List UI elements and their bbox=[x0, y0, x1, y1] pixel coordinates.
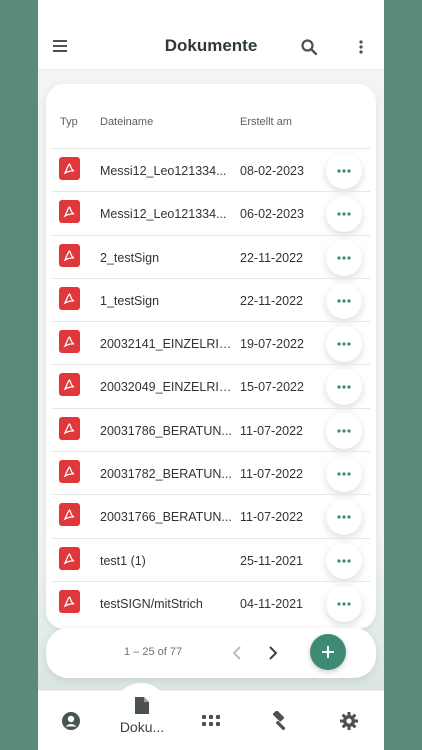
file-name: 20031766_BERATUN... bbox=[100, 510, 232, 525]
row-actions-button[interactable] bbox=[326, 326, 362, 363]
row-actions-button[interactable] bbox=[326, 585, 362, 622]
pdf-file-icon bbox=[59, 460, 80, 484]
nav-settings[interactable] bbox=[338, 691, 360, 750]
pdf-file-icon bbox=[59, 330, 80, 354]
more-horizontal-icon bbox=[337, 255, 351, 260]
file-date: 22-11-2022 bbox=[240, 250, 304, 265]
file-date: 11-07-2022 bbox=[240, 423, 304, 438]
more-horizontal-icon bbox=[337, 212, 351, 216]
pagination-bar: 1 – 25 of 77 bbox=[46, 628, 376, 678]
search-icon[interactable] bbox=[298, 36, 320, 58]
pdf-file-icon bbox=[59, 373, 80, 397]
table-row[interactable]: testSIGN/mitStrich 04-11-2021 bbox=[52, 580, 370, 624]
file-name: 1_testSign bbox=[100, 293, 160, 308]
file-name: Messi12_Leo121334... bbox=[100, 164, 227, 178]
file-date: 25-11-2021 bbox=[240, 553, 304, 568]
chevron-right-icon[interactable] bbox=[262, 642, 284, 664]
file-name: 2_testSign bbox=[100, 250, 160, 265]
pdf-file-icon bbox=[59, 416, 80, 440]
table-row[interactable]: 20031782_BERATUN... 11-07-2022 bbox=[52, 451, 370, 494]
more-horizontal-icon bbox=[337, 429, 351, 433]
row-actions-button[interactable] bbox=[326, 499, 362, 536]
app-bar: Dokumente bbox=[38, 0, 384, 70]
file-name: test1 (1) bbox=[100, 553, 146, 568]
file-name: 20031786_BERATUN... bbox=[100, 423, 232, 438]
more-vertical-icon[interactable] bbox=[354, 36, 368, 58]
nav-apps[interactable] bbox=[200, 691, 222, 750]
nav-tools[interactable] bbox=[268, 691, 292, 750]
table-header: Typ Dateiname Erstellt am bbox=[46, 84, 376, 148]
pdf-file-icon bbox=[59, 200, 80, 224]
row-actions-button[interactable] bbox=[326, 369, 362, 406]
file-name: 20032049_EINZELRIS... bbox=[100, 380, 234, 395]
gear-icon bbox=[340, 712, 358, 730]
pdf-file-icon bbox=[59, 589, 80, 613]
file-date: 04-11-2021 bbox=[240, 596, 304, 611]
table-row[interactable]: Messi12_Leo121334... 06-02-2023 bbox=[52, 191, 370, 234]
more-horizontal-icon bbox=[337, 515, 351, 519]
pdf-file-icon bbox=[59, 546, 80, 570]
table-row[interactable]: Messi12_Leo121334... 08-02-2023 bbox=[52, 148, 370, 191]
table-row[interactable]: 20032049_EINZELRIS... 15-07-2022 bbox=[52, 364, 370, 407]
column-header-filename[interactable]: Dateiname bbox=[100, 116, 153, 128]
file-name: testSIGN/mitStrich bbox=[100, 596, 203, 611]
table-row[interactable]: 2_testSign 22-11-2022 bbox=[52, 234, 370, 278]
pdf-file-icon bbox=[59, 243, 80, 267]
more-horizontal-icon bbox=[337, 385, 351, 390]
row-actions-button[interactable] bbox=[326, 196, 362, 233]
more-horizontal-icon bbox=[337, 559, 351, 563]
row-actions-button[interactable] bbox=[326, 239, 362, 276]
more-horizontal-icon bbox=[337, 602, 351, 606]
table-row[interactable]: 20031766_BERATUN... 11-07-2022 bbox=[52, 494, 370, 537]
chevron-left-icon[interactable] bbox=[226, 642, 248, 664]
user-circle-icon bbox=[62, 712, 80, 730]
bottom-navigation: Doku... bbox=[38, 683, 384, 750]
file-date: 15-07-2022 bbox=[240, 380, 304, 395]
pdf-file-icon bbox=[59, 503, 80, 527]
plus-icon bbox=[322, 646, 334, 658]
nav-profile[interactable] bbox=[56, 691, 86, 750]
grid-icon bbox=[202, 715, 220, 726]
table-row[interactable]: 20031786_BERATUN... 11-07-2022 bbox=[52, 407, 370, 451]
add-document-button[interactable] bbox=[310, 634, 346, 670]
file-name: Messi12_Leo121334... bbox=[100, 207, 227, 222]
more-horizontal-icon bbox=[337, 169, 351, 173]
document-icon bbox=[135, 696, 149, 714]
column-header-type: Typ bbox=[60, 116, 78, 128]
file-date: 22-11-2022 bbox=[240, 293, 304, 308]
file-name: 20032141_EINZELRIS... bbox=[100, 337, 234, 352]
page-title: Dokumente bbox=[164, 36, 258, 55]
nav-documents-label: Doku... bbox=[119, 718, 165, 735]
hammer-icon bbox=[272, 711, 286, 731]
file-date: 08-02-2023 bbox=[240, 164, 304, 178]
file-date: 11-07-2022 bbox=[240, 467, 304, 482]
pdf-file-icon bbox=[59, 157, 80, 180]
table-row[interactable]: test1 (1) 25-11-2021 bbox=[52, 537, 370, 581]
column-header-created[interactable]: Erstellt am bbox=[240, 116, 292, 128]
row-actions-button[interactable] bbox=[326, 542, 362, 579]
pdf-file-icon bbox=[59, 286, 80, 310]
pagination-range: 1 – 25 of 77 bbox=[124, 646, 183, 658]
file-name: 20031782_BERATUN... bbox=[100, 467, 232, 482]
file-date: 19-07-2022 bbox=[240, 337, 304, 352]
row-actions-button[interactable] bbox=[326, 153, 362, 189]
nav-documents[interactable]: Doku... bbox=[112, 685, 172, 745]
table-row[interactable]: 20032141_EINZELRIS... 19-07-2022 bbox=[52, 321, 370, 364]
row-actions-button[interactable] bbox=[326, 412, 362, 449]
phone-screen: Dokumente Typ Dateiname Erstellt am Mess… bbox=[38, 0, 384, 750]
table-row[interactable]: 1_testSign 22-11-2022 bbox=[52, 277, 370, 321]
file-date: 11-07-2022 bbox=[240, 510, 304, 525]
documents-table-card: Typ Dateiname Erstellt am Messi12_Leo121… bbox=[46, 84, 376, 629]
more-horizontal-icon bbox=[337, 342, 351, 346]
table-body: Messi12_Leo121334... 08-02-2023 Messi12_Le… bbox=[52, 148, 370, 624]
file-date: 06-02-2023 bbox=[240, 207, 304, 222]
row-actions-button[interactable] bbox=[326, 456, 362, 493]
more-horizontal-icon bbox=[337, 299, 351, 303]
row-actions-button[interactable] bbox=[326, 282, 362, 319]
more-horizontal-icon bbox=[337, 472, 351, 476]
